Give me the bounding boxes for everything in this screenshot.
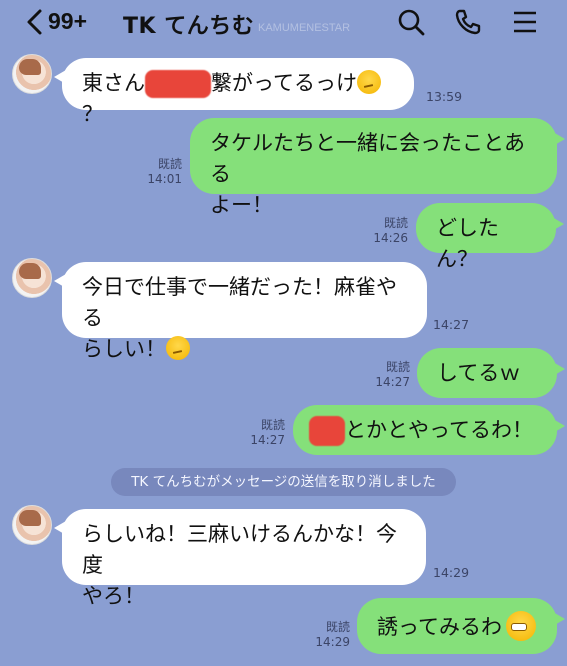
message-meta: 既読 14:27 <box>239 418 285 448</box>
message-text: ？ <box>82 102 103 126</box>
message-text: 繋がってるっけ <box>211 71 357 95</box>
message-bubble-received[interactable]: 東さん 繋がってるっけ ？ <box>54 58 414 126</box>
read-receipt: 既読 <box>325 620 350 634</box>
redaction-mark <box>145 70 211 98</box>
read-receipt: 既読 <box>260 418 285 432</box>
thinking-face-emoji-icon <box>356 70 381 94</box>
chevron-left-icon[interactable] <box>24 8 46 36</box>
message-meta: 既読 14:26 <box>362 216 408 246</box>
chat-header: 99+ TK てんちむ KAMUMENESTAR <box>0 0 567 44</box>
message-meta: 既読 14:01 <box>136 157 182 187</box>
message-meta: 既読 14:27 <box>364 360 410 390</box>
message-text: 東さん <box>82 71 145 95</box>
avatar[interactable] <box>12 505 52 545</box>
read-receipt: 既読 <box>383 216 408 230</box>
message-text: とかとやってるわ！ <box>345 418 533 442</box>
message-time: 14:26 <box>373 231 408 245</box>
message-text: らしい！ <box>82 337 166 361</box>
watermark: KAMUMENESTAR <box>258 22 351 34</box>
thinking-face-emoji-icon <box>166 336 190 360</box>
message-bubble-sent[interactable]: タケルたちと一緒に会ったことある よー！ <box>190 118 565 217</box>
message-time: 14:29 <box>433 565 470 580</box>
read-receipt: 既読 <box>157 157 182 171</box>
system-notice: TK てんちむがメッセージの送信を取り消しました <box>111 468 456 496</box>
phone-icon[interactable] <box>453 7 483 37</box>
search-icon[interactable] <box>396 7 426 37</box>
message-bubble-sent[interactable]: 誘ってみるわ <box>357 598 565 654</box>
message-time: 14:27 <box>433 317 470 332</box>
message-bubble-received[interactable]: らしいね！三麻いけるんかな！今度 やろ！ <box>54 509 426 608</box>
message-meta: 既読 14:29 <box>304 620 350 650</box>
message-text: らしいね！三麻いけるんかな！今度 <box>82 522 397 577</box>
message-text: どしたん？ <box>436 216 499 271</box>
message-text: やろ！ <box>82 584 145 608</box>
message-time: 14:27 <box>250 433 285 447</box>
message-text: 誘ってみるわ <box>377 615 502 639</box>
read-receipt: 既読 <box>385 360 410 374</box>
grinning-face-emoji-icon <box>505 611 536 641</box>
menu-icon[interactable] <box>510 7 540 37</box>
message-time: 14:29 <box>315 635 350 649</box>
message-text: タケルたちと一緒に会ったことある <box>210 131 525 186</box>
unread-badge[interactable]: 99+ <box>48 8 87 35</box>
message-bubble-sent[interactable]: してるｗ <box>417 348 565 398</box>
message-text: してるｗ <box>437 361 521 385</box>
message-bubble-received[interactable]: 今日で仕事で一緒だった！麻雀やる らしい！ <box>54 262 427 361</box>
avatar[interactable] <box>12 54 52 94</box>
message-time: 14:27 <box>375 375 410 389</box>
message-bubble-sent[interactable]: とかとやってるわ！ <box>293 405 565 455</box>
message-time: 14:01 <box>147 172 182 186</box>
message-text: 今日で仕事で一緒だった！麻雀やる <box>82 275 397 330</box>
redaction-mark <box>309 416 345 446</box>
avatar[interactable] <box>12 258 52 298</box>
message-time: 13:59 <box>426 89 463 104</box>
message-bubble-sent[interactable]: どしたん？ <box>416 203 564 271</box>
chat-title[interactable]: TK てんちむ <box>123 8 254 40</box>
